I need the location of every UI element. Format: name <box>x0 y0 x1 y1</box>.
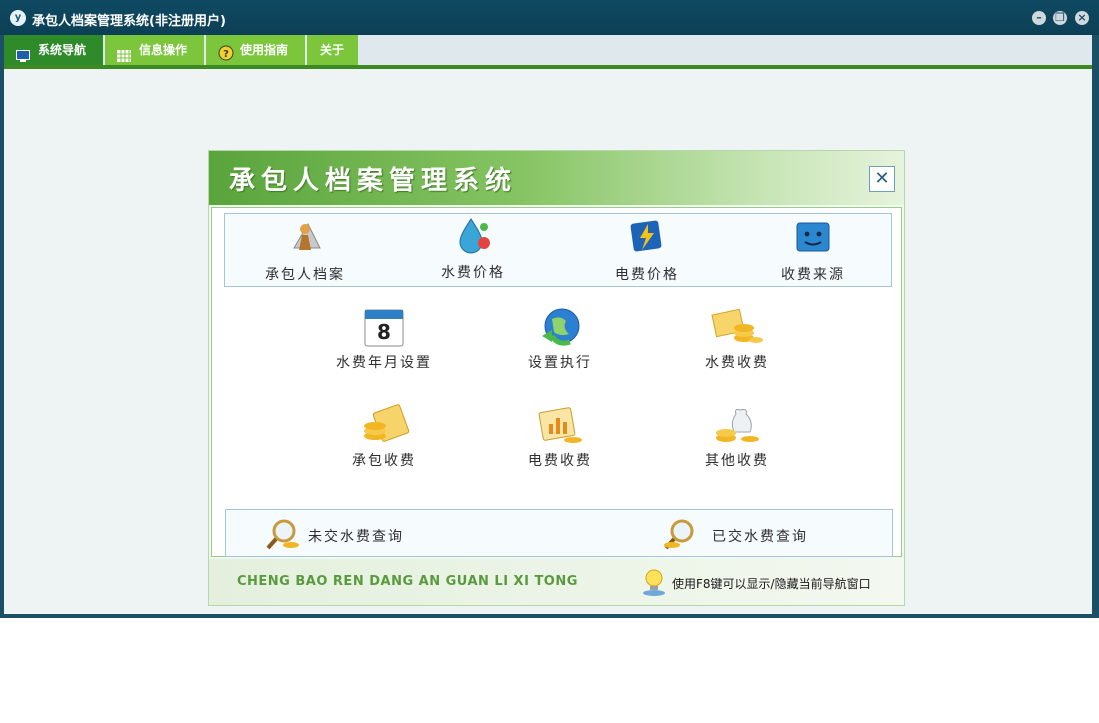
paid-water-fee-query-button[interactable]: 已交水费查询 <box>662 517 832 551</box>
contractor-profile-label: 承包人档案 <box>265 267 345 283</box>
unpaid-water-fee-query-button[interactable]: 未交水费查询 <box>264 517 424 551</box>
water-fee-period-settings-button[interactable]: 8 水费年月设置 <box>324 306 444 376</box>
menu-item-system-navigation[interactable]: 系统导航 <box>4 35 104 65</box>
footer-hint-text: 使用F8键可以显示/隐藏当前导航窗口 <box>672 577 871 591</box>
water-drop-icon <box>454 216 492 254</box>
apply-settings-button[interactable]: 设置执行 <box>500 306 620 376</box>
navigation-close-button[interactable]: ✕ <box>869 166 895 192</box>
contract-fee-collection-button[interactable]: 承包收费 <box>324 404 444 474</box>
lightbulb-icon <box>641 567 667 597</box>
menu-item-user-guide[interactable]: ? 使用指南 <box>206 35 306 65</box>
title-bar[interactable]: y 承包人档案管理系统(非注册用户) – ❐ × <box>0 0 1099 35</box>
water-price-button[interactable]: 水费价格 <box>413 216 533 282</box>
navigation-footer: CHENG BAO REN DANG AN GUAN LI XI TONG 使用… <box>209 559 904 605</box>
magnifier-coins-icon <box>264 517 302 555</box>
close-button[interactable]: × <box>1075 11 1089 25</box>
electricity-fee-collection-button[interactable]: 电费收费 <box>500 404 620 474</box>
contractor-profile-button[interactable]: 承包人档案 <box>245 218 365 284</box>
finder-face-icon <box>794 218 832 256</box>
electricity-fee-collection-label: 电费收费 <box>528 453 592 469</box>
top-shortcut-row: 承包人档案 水费价格 电费价格 收费来源 <box>224 213 892 287</box>
chart-coins-icon <box>533 404 587 448</box>
bottom-query-row: 未交水费查询 已交水费查询 <box>225 509 893 557</box>
fee-source-button[interactable]: 收费来源 <box>753 218 873 284</box>
unpaid-water-fee-query-label: 未交水费查询 <box>308 529 404 545</box>
menu-item-label: 系统导航 <box>38 43 87 57</box>
restore-button[interactable]: ❐ <box>1053 11 1067 25</box>
other-fee-collection-label: 其他收费 <box>705 453 769 469</box>
paid-water-fee-query-label: 已交水费查询 <box>712 529 808 545</box>
globe-refresh-icon <box>538 306 582 350</box>
minimize-button[interactable]: – <box>1032 11 1046 25</box>
apply-settings-label: 设置执行 <box>528 355 592 371</box>
navigation-body: 承包人档案 水费价格 电费价格 收费来源 8 水费年月设置 设置执行 水费收费 … <box>211 207 902 557</box>
calendar-day: 8 <box>377 320 391 344</box>
water-fee-collection-label: 水费收费 <box>705 355 769 371</box>
lightning-icon <box>628 218 666 256</box>
navigation-header: 承包人档案管理系统 ✕ <box>209 151 904 205</box>
water-fee-period-settings-label: 水费年月设置 <box>336 355 432 371</box>
water-fee-collection-button[interactable]: 水费收费 <box>677 306 797 376</box>
fee-source-label: 收费来源 <box>781 267 845 283</box>
menu-item-label: 关于 <box>320 43 345 57</box>
electricity-price-button[interactable]: 电费价格 <box>587 218 707 284</box>
magnifier-coins-icon <box>662 517 700 555</box>
menu-bar: 系统导航 信息操作 ? 使用指南 关于 <box>4 35 1092 65</box>
navigation-dialog: 承包人档案管理系统 ✕ 承包人档案 水费价格 电费价格 收费来源 8 水费年月设… <box>208 150 905 606</box>
coins-stack-icon <box>710 306 764 350</box>
calendar-icon: 8 <box>362 306 406 350</box>
contract-fee-collection-label: 承包收费 <box>352 453 416 469</box>
grid-icon <box>117 43 131 62</box>
menu-item-about[interactable]: 关于 <box>307 35 359 65</box>
svg-text:?: ? <box>223 49 229 60</box>
app-logo-icon: y <box>10 10 26 26</box>
coins-card-icon <box>357 404 411 448</box>
navigation-title: 承包人档案管理系统 <box>229 166 518 196</box>
other-fee-collection-button[interactable]: 其他收费 <box>677 404 797 474</box>
menu-item-info-operations[interactable]: 信息操作 <box>105 35 205 65</box>
monitor-icon <box>16 43 30 62</box>
contractor-profile-icon <box>286 218 324 256</box>
menu-item-label: 信息操作 <box>139 43 188 57</box>
help-icon: ? <box>218 42 234 61</box>
electricity-price-label: 电费价格 <box>615 267 679 283</box>
water-price-label: 水费价格 <box>441 265 505 281</box>
footer-pinyin-text: CHENG BAO REN DANG AN GUAN LI XI TONG <box>237 574 578 589</box>
money-bag-icon <box>710 404 764 448</box>
window-title: 承包人档案管理系统(非注册用户) <box>32 14 226 29</box>
menu-item-label: 使用指南 <box>240 43 289 57</box>
